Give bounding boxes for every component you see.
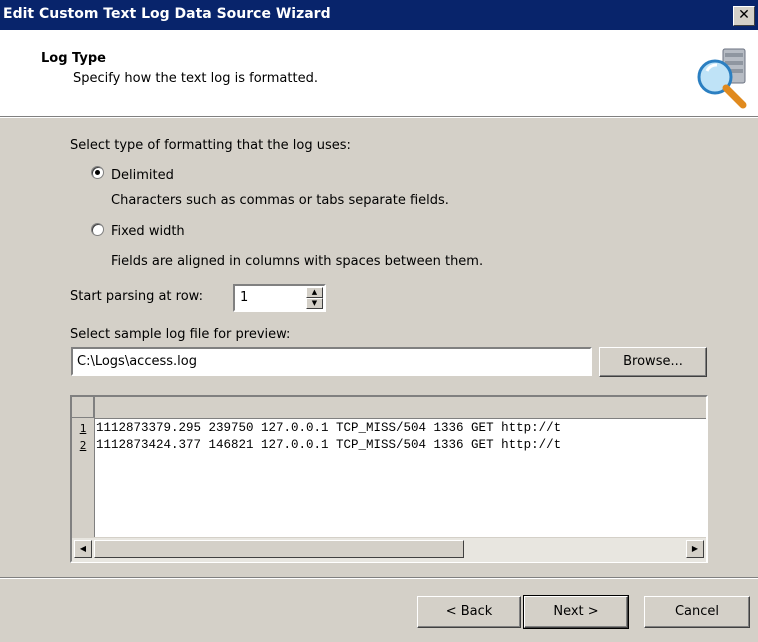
wizard-header: Log Type Specify how the text log is for…	[0, 30, 758, 117]
delimited-description: Characters such as commas or tabs separa…	[111, 193, 449, 208]
page-subtitle: Specify how the text log is formatted.	[73, 71, 318, 86]
preview-row: 1112873379.295 239750 127.0.0.1 TCP_MISS…	[96, 421, 562, 435]
window-title: Edit Custom Text Log Data Source Wizard	[3, 6, 331, 22]
fixed-width-label[interactable]: Fixed width	[111, 224, 185, 239]
log-preview-grid[interactable]: 1 1112873379.295 239750 127.0.0.1 TCP_MI…	[70, 395, 708, 563]
fixed-width-description: Fields are aligned in columns with space…	[111, 254, 484, 269]
format-prompt: Select type of formatting that the log u…	[70, 138, 351, 153]
back-button[interactable]: < Back	[417, 596, 521, 628]
next-button[interactable]: Next >	[523, 595, 629, 629]
start-row-label: Start parsing at row:	[70, 289, 203, 304]
grid-column-header	[72, 397, 706, 419]
log-search-icon	[689, 41, 753, 109]
stepper-buttons: ▲ ▼	[306, 287, 323, 309]
start-row-value[interactable]: 1	[240, 290, 248, 305]
next-label: Next >	[553, 604, 599, 619]
chevron-down-icon: ▼	[311, 299, 318, 307]
sample-file-path: C:\Logs\access.log	[77, 354, 197, 369]
footer-separator-highlight	[0, 578, 758, 579]
fixed-width-radio[interactable]	[91, 223, 104, 236]
row-number: 1	[79, 422, 87, 435]
sample-file-input[interactable]: C:\Logs\access.log	[71, 347, 592, 376]
arrow-right-icon: ▶	[691, 544, 699, 553]
row-number: 2	[79, 439, 87, 452]
grid-corner	[72, 397, 94, 418]
cancel-label: Cancel	[674, 604, 720, 619]
header-separator	[0, 117, 758, 118]
stepper-up-button[interactable]: ▲	[306, 287, 323, 298]
cancel-button[interactable]: Cancel	[644, 596, 750, 628]
scroll-right-button[interactable]: ▶	[686, 540, 704, 558]
close-button[interactable]: ✕	[733, 6, 755, 26]
scroll-left-button[interactable]: ◀	[74, 540, 92, 558]
close-icon: ✕	[738, 7, 750, 23]
horizontal-scrollbar[interactable]: ◀ ▶	[72, 537, 706, 562]
wizard-window: Edit Custom Text Log Data Source Wizard …	[0, 0, 758, 642]
browse-label: Browse...	[623, 354, 683, 369]
stepper-down-button[interactable]: ▼	[306, 298, 323, 309]
title-bar: Edit Custom Text Log Data Source Wizard …	[0, 0, 758, 30]
delimited-radio[interactable]	[91, 166, 104, 179]
preview-row: 1112873424.377 146821 127.0.0.1 TCP_MISS…	[96, 438, 562, 452]
arrow-left-icon: ◀	[79, 544, 87, 553]
page-title: Log Type	[41, 51, 106, 66]
start-row-stepper[interactable]: 1 ▲ ▼	[233, 284, 326, 312]
delimited-label[interactable]: Delimited	[111, 168, 174, 183]
radio-selected-dot	[95, 170, 100, 175]
back-label: < Back	[445, 604, 493, 619]
browse-button[interactable]: Browse...	[599, 347, 707, 377]
scroll-thumb[interactable]	[94, 540, 464, 558]
chevron-up-icon: ▲	[311, 288, 318, 296]
sample-file-label: Select sample log file for preview:	[70, 327, 291, 342]
grid-row-header	[72, 397, 95, 537]
